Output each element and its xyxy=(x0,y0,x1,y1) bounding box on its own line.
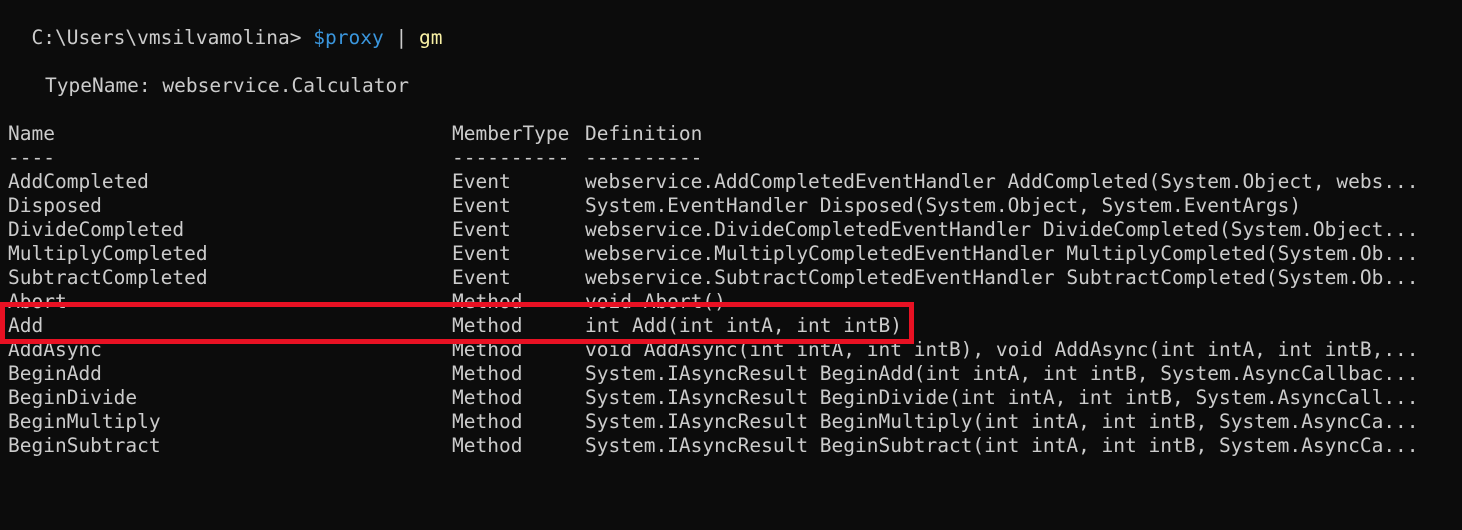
row-name: AddAsync xyxy=(8,338,102,361)
table-row: AddAsync Method void AddAsync(int intA, … xyxy=(8,338,1419,362)
row-name: Add xyxy=(8,314,44,337)
row-name: SubtractCompleted xyxy=(8,266,208,289)
row-definition: System.EventHandler Disposed(System.Obje… xyxy=(585,194,1302,217)
table-header: Name MemberType Definition xyxy=(8,122,702,146)
table-row: Abort Method void Abort() xyxy=(8,290,726,314)
row-definition: webservice.DivideCompletedEventHandler D… xyxy=(585,218,1419,241)
row-definition: webservice.AddCompletedEventHandler AddC… xyxy=(585,170,1419,193)
row-member-type: Method xyxy=(452,434,523,457)
row-member-type: Event xyxy=(452,218,511,241)
table-row-highlighted: Add Method int Add(int intA, int intB) xyxy=(8,314,902,338)
row-name: BeginSubtract xyxy=(8,434,161,457)
prompt-line: C:\Users\vmsilvamolina> $proxy | gm xyxy=(8,2,442,49)
row-member-type: Method xyxy=(452,386,523,409)
table-row: AddCompleted Event webservice.AddComplet… xyxy=(8,170,1419,194)
row-name: Abort xyxy=(8,290,67,313)
header-name: Name xyxy=(8,122,55,145)
header-member-type: MemberType xyxy=(452,122,570,145)
row-definition: System.IAsyncResult BeginMultiply(int in… xyxy=(585,410,1419,433)
row-member-type: Method xyxy=(452,362,523,385)
row-name: BeginAdd xyxy=(8,362,102,385)
row-member-type: Method xyxy=(452,290,523,313)
row-definition: webservice.MultiplyCompletedEventHandler… xyxy=(585,242,1419,265)
row-definition: void AddAsync(int intA, int intB), void … xyxy=(585,338,1419,361)
row-definition: int Add(int intA, int intB) xyxy=(585,314,902,337)
separator-definition: ---------- xyxy=(585,146,703,169)
row-definition: System.IAsyncResult BeginAdd(int intA, i… xyxy=(585,362,1419,385)
separator-name: ---- xyxy=(8,146,55,169)
row-member-type: Event xyxy=(452,170,511,193)
row-definition: void Abort() xyxy=(585,290,726,313)
table-row: DivideCompleted Event webservice.DivideC… xyxy=(8,218,1419,242)
row-name: BeginMultiply xyxy=(8,410,161,433)
table-row: MultiplyCompleted Event webservice.Multi… xyxy=(8,242,1419,266)
row-member-type: Method xyxy=(452,314,523,337)
table-row: Disposed Event System.EventHandler Dispo… xyxy=(8,194,1301,218)
table-row: BeginMultiply Method System.IAsyncResult… xyxy=(8,410,1419,434)
table-row: BeginDivide Method System.IAsyncResult B… xyxy=(8,386,1419,410)
row-member-type: Event xyxy=(452,242,511,265)
table-row: SubtractCompleted Event webservice.Subtr… xyxy=(8,266,1419,290)
row-definition: System.IAsyncResult BeginSubtract(int in… xyxy=(585,434,1419,457)
row-member-type: Event xyxy=(452,266,511,289)
row-name: MultiplyCompleted xyxy=(8,242,208,265)
gm-command: gm xyxy=(418,26,443,49)
proxy-variable: $proxy xyxy=(313,26,384,49)
typename-line: TypeName: webservice.Calculator xyxy=(45,74,409,97)
pipe-operator: | xyxy=(395,26,408,49)
row-name: DivideCompleted xyxy=(8,218,185,241)
table-row: BeginSubtract Method System.IAsyncResult… xyxy=(8,434,1419,458)
table-separator: ---- ---------- ---------- xyxy=(8,146,702,170)
table-row: BeginAdd Method System.IAsyncResult Begi… xyxy=(8,362,1419,386)
row-name: AddCompleted xyxy=(8,170,149,193)
header-definition: Definition xyxy=(585,122,703,145)
row-member-type: Event xyxy=(452,194,511,217)
row-member-type: Method xyxy=(452,410,523,433)
row-name: BeginDivide xyxy=(8,386,138,409)
prompt-path: C:\Users\vmsilvamolina> xyxy=(31,26,302,49)
row-definition: System.IAsyncResult BeginDivide(int intA… xyxy=(585,386,1419,409)
row-definition: webservice.SubtractCompletedEventHandler… xyxy=(585,266,1419,289)
separator-member-type: ---------- xyxy=(452,146,570,169)
row-member-type: Method xyxy=(452,338,523,361)
row-name: Disposed xyxy=(8,194,102,217)
